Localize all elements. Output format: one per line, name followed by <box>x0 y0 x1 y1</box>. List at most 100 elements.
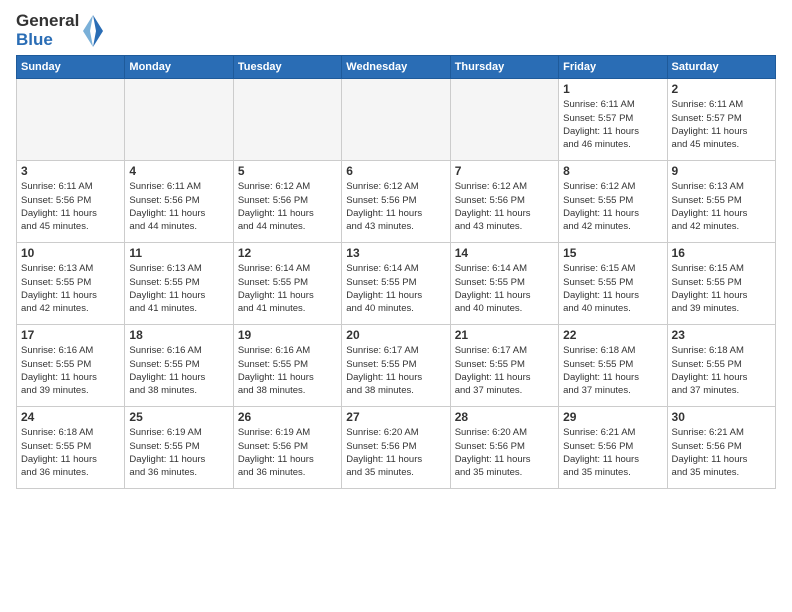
logo-area: General Blue <box>16 12 104 49</box>
day-info: Sunrise: 6:13 AMSunset: 5:55 PMDaylight:… <box>672 180 771 233</box>
day-info: Sunrise: 6:12 AMSunset: 5:55 PMDaylight:… <box>563 180 662 233</box>
calendar-cell: 26 Sunrise: 6:19 AMSunset: 5:56 PMDayligh… <box>233 407 341 489</box>
calendar-cell: 18 Sunrise: 6:16 AMSunset: 5:55 PMDayligh… <box>125 325 233 407</box>
calendar-day-header: Wednesday <box>342 56 450 79</box>
calendar-cell: 21Sunrise: 6:17 AMSunset: 5:55 PMDayligh… <box>450 325 558 407</box>
calendar-cell: 30 Sunrise: 6:21 AMSunset: 5:56 PMDayligh… <box>667 407 775 489</box>
calendar-cell: 22 Sunrise: 6:18 AMSunset: 5:55 PMDayligh… <box>559 325 667 407</box>
calendar-cell: 25Sunrise: 6:19 AMSunset: 5:55 PMDayligh… <box>125 407 233 489</box>
day-info: Sunrise: 6:11 AMSunset: 5:56 PMDaylight:… <box>21 180 120 233</box>
day-number: 6 <box>346 164 445 178</box>
calendar-cell: 20 Sunrise: 6:17 AMSunset: 5:55 PMDayligh… <box>342 325 450 407</box>
calendar-cell: 2 Sunrise: 6:11 AMSunset: 5:57 PMDaylight… <box>667 79 775 161</box>
calendar-day-header: Sunday <box>17 56 125 79</box>
calendar-cell: 3 Sunrise: 6:11 AMSunset: 5:56 PMDaylight… <box>17 161 125 243</box>
calendar-cell: 27Sunrise: 6:20 AMSunset: 5:56 PMDayligh… <box>342 407 450 489</box>
calendar-day-header: Monday <box>125 56 233 79</box>
calendar-cell <box>233 79 341 161</box>
day-number: 5 <box>238 164 337 178</box>
day-number: 24 <box>21 410 120 424</box>
calendar-cell: 14Sunrise: 6:14 AMSunset: 5:55 PMDayligh… <box>450 243 558 325</box>
day-number: 3 <box>21 164 120 178</box>
day-info: Sunrise: 6:16 AMSunset: 5:55 PMDaylight:… <box>129 344 228 397</box>
logo-blue: Blue <box>16 31 53 50</box>
calendar-cell <box>342 79 450 161</box>
calendar-week-row: 10 Sunrise: 6:13 AMSunset: 5:55 PMDayligh… <box>17 243 776 325</box>
calendar-header-row: SundayMondayTuesdayWednesdayThursdayFrid… <box>17 56 776 79</box>
calendar-cell: 6 Sunrise: 6:12 AMSunset: 5:56 PMDaylight… <box>342 161 450 243</box>
calendar-cell: 19 Sunrise: 6:16 AMSunset: 5:55 PMDayligh… <box>233 325 341 407</box>
day-number: 11 <box>129 246 228 260</box>
day-info: Sunrise: 6:14 AMSunset: 5:55 PMDaylight:… <box>346 262 445 315</box>
day-number: 26 <box>238 410 337 424</box>
calendar-cell: 24Sunrise: 6:18 AMSunset: 5:55 PMDayligh… <box>17 407 125 489</box>
day-number: 19 <box>238 328 337 342</box>
calendar-cell: 29 Sunrise: 6:21 AMSunset: 5:56 PMDayligh… <box>559 407 667 489</box>
day-info: Sunrise: 6:18 AMSunset: 5:55 PMDaylight:… <box>563 344 662 397</box>
logo-general: General <box>16 12 79 31</box>
day-number: 9 <box>672 164 771 178</box>
day-number: 2 <box>672 82 771 96</box>
calendar-cell: 5 Sunrise: 6:12 AMSunset: 5:56 PMDaylight… <box>233 161 341 243</box>
calendar-table: SundayMondayTuesdayWednesdayThursdayFrid… <box>16 55 776 489</box>
calendar-cell: 16Sunrise: 6:15 AMSunset: 5:55 PMDayligh… <box>667 243 775 325</box>
calendar-week-row: 24Sunrise: 6:18 AMSunset: 5:55 PMDayligh… <box>17 407 776 489</box>
day-number: 23 <box>672 328 771 342</box>
day-number: 18 <box>129 328 228 342</box>
day-number: 17 <box>21 328 120 342</box>
day-info: Sunrise: 6:12 AMSunset: 5:56 PMDaylight:… <box>238 180 337 233</box>
calendar-cell: 7Sunrise: 6:12 AMSunset: 5:56 PMDaylight… <box>450 161 558 243</box>
day-info: Sunrise: 6:16 AMSunset: 5:55 PMDaylight:… <box>238 344 337 397</box>
day-info: Sunrise: 6:21 AMSunset: 5:56 PMDaylight:… <box>672 426 771 479</box>
calendar-cell: 11 Sunrise: 6:13 AMSunset: 5:55 PMDayligh… <box>125 243 233 325</box>
day-info: Sunrise: 6:17 AMSunset: 5:55 PMDaylight:… <box>346 344 445 397</box>
day-info: Sunrise: 6:12 AMSunset: 5:56 PMDaylight:… <box>346 180 445 233</box>
day-number: 20 <box>346 328 445 342</box>
calendar-cell: 13 Sunrise: 6:14 AMSunset: 5:55 PMDayligh… <box>342 243 450 325</box>
calendar-cell: 28 Sunrise: 6:20 AMSunset: 5:56 PMDayligh… <box>450 407 558 489</box>
calendar-week-row: 3 Sunrise: 6:11 AMSunset: 5:56 PMDaylight… <box>17 161 776 243</box>
day-info: Sunrise: 6:21 AMSunset: 5:56 PMDaylight:… <box>563 426 662 479</box>
day-info: Sunrise: 6:16 AMSunset: 5:55 PMDaylight:… <box>21 344 120 397</box>
day-info: Sunrise: 6:11 AMSunset: 5:57 PMDaylight:… <box>563 98 662 151</box>
day-info: Sunrise: 6:15 AMSunset: 5:55 PMDaylight:… <box>563 262 662 315</box>
logo-icon <box>82 14 104 48</box>
day-number: 21 <box>455 328 554 342</box>
day-number: 16 <box>672 246 771 260</box>
calendar-day-header: Saturday <box>667 56 775 79</box>
header: General Blue <box>16 12 776 49</box>
day-number: 13 <box>346 246 445 260</box>
day-number: 7 <box>455 164 554 178</box>
calendar-cell: 8Sunrise: 6:12 AMSunset: 5:55 PMDaylight… <box>559 161 667 243</box>
day-info: Sunrise: 6:20 AMSunset: 5:56 PMDaylight:… <box>455 426 554 479</box>
day-number: 25 <box>129 410 228 424</box>
calendar-cell: 23 Sunrise: 6:18 AMSunset: 5:55 PMDayligh… <box>667 325 775 407</box>
day-info: Sunrise: 6:13 AMSunset: 5:55 PMDaylight:… <box>21 262 120 315</box>
page: General Blue SundayMondayTuesdayWednesda… <box>0 0 792 612</box>
day-number: 28 <box>455 410 554 424</box>
day-number: 30 <box>672 410 771 424</box>
calendar-cell: 9 Sunrise: 6:13 AMSunset: 5:55 PMDaylight… <box>667 161 775 243</box>
calendar-week-row: 17 Sunrise: 6:16 AMSunset: 5:55 PMDayligh… <box>17 325 776 407</box>
day-info: Sunrise: 6:18 AMSunset: 5:55 PMDaylight:… <box>672 344 771 397</box>
day-number: 22 <box>563 328 662 342</box>
day-number: 1 <box>563 82 662 96</box>
calendar-cell: 12Sunrise: 6:14 AMSunset: 5:55 PMDayligh… <box>233 243 341 325</box>
day-info: Sunrise: 6:20 AMSunset: 5:56 PMDaylight:… <box>346 426 445 479</box>
day-info: Sunrise: 6:11 AMSunset: 5:57 PMDaylight:… <box>672 98 771 151</box>
day-info: Sunrise: 6:11 AMSunset: 5:56 PMDaylight:… <box>129 180 228 233</box>
calendar-cell <box>125 79 233 161</box>
day-number: 4 <box>129 164 228 178</box>
calendar-cell: 15Sunrise: 6:15 AMSunset: 5:55 PMDayligh… <box>559 243 667 325</box>
day-number: 10 <box>21 246 120 260</box>
day-info: Sunrise: 6:19 AMSunset: 5:56 PMDaylight:… <box>238 426 337 479</box>
day-info: Sunrise: 6:14 AMSunset: 5:55 PMDaylight:… <box>238 262 337 315</box>
calendar-cell <box>17 79 125 161</box>
calendar-cell <box>450 79 558 161</box>
calendar-day-header: Friday <box>559 56 667 79</box>
day-number: 29 <box>563 410 662 424</box>
calendar-cell: 4 Sunrise: 6:11 AMSunset: 5:56 PMDaylight… <box>125 161 233 243</box>
day-number: 14 <box>455 246 554 260</box>
calendar-cell: 17 Sunrise: 6:16 AMSunset: 5:55 PMDayligh… <box>17 325 125 407</box>
day-info: Sunrise: 6:13 AMSunset: 5:55 PMDaylight:… <box>129 262 228 315</box>
